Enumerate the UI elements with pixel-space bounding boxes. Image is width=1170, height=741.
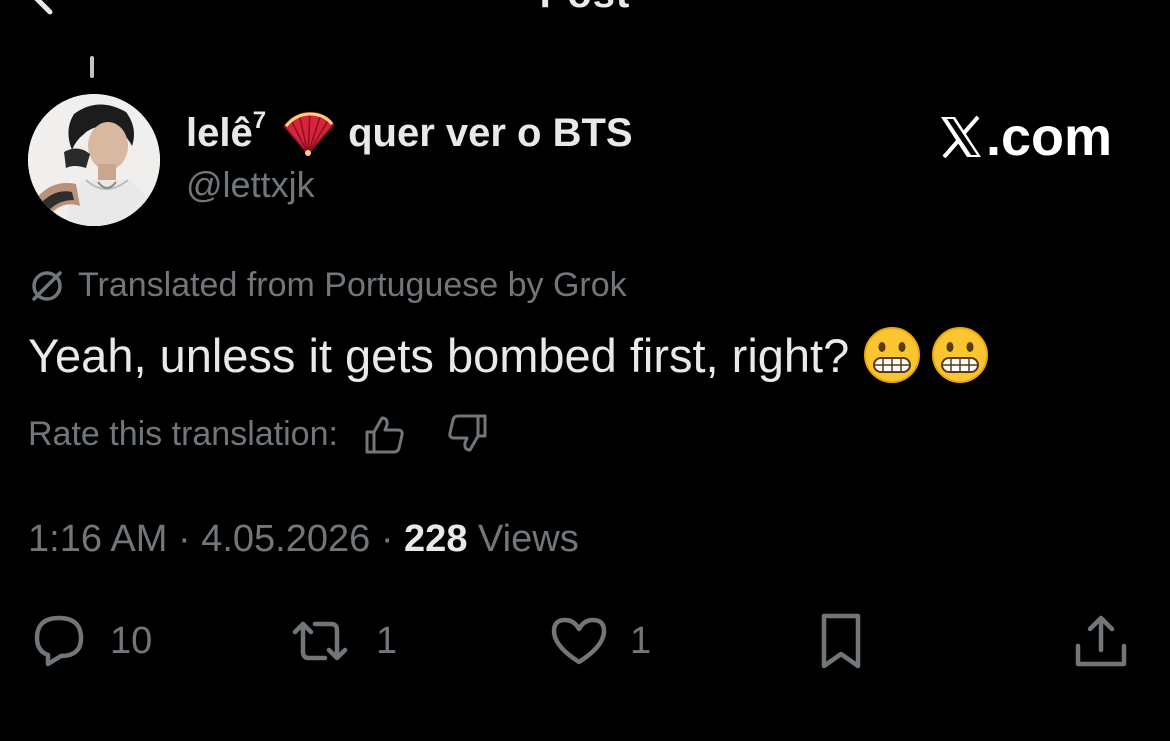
post-time: 1:16 AM <box>28 518 168 560</box>
author-display-name: lelê <box>186 110 253 155</box>
watermark-text: .com <box>985 107 1112 167</box>
reply-count: 10 <box>110 619 153 662</box>
action-bar: 10 1 1 <box>0 610 1170 680</box>
thumbs-down-icon[interactable] <box>446 412 490 456</box>
thread-connector-line <box>90 56 94 78</box>
thumbs-up-icon[interactable] <box>362 412 406 456</box>
post-text-content: Yeah, unless it gets bombed first, right… <box>28 328 850 382</box>
repost-count: 1 <box>376 619 398 662</box>
meta-separator: · <box>177 518 191 560</box>
translation-notice[interactable]: Translated from Portuguese by Grok <box>28 266 627 305</box>
views-count[interactable]: 228 <box>404 518 467 560</box>
bookmark-button[interactable] <box>810 610 872 672</box>
like-count: 1 <box>630 619 652 662</box>
bookmark-icon <box>821 613 861 669</box>
rate-translation-row: Rate this translation: <box>28 412 490 456</box>
rate-translation-label: Rate this translation: <box>28 414 338 453</box>
post-date: 4.05.2026 <box>201 518 371 560</box>
author-name-suffix: quer ver o BTS <box>348 110 633 155</box>
author-handle[interactable]: @lettxjk <box>186 164 315 206</box>
folding-fan-icon <box>280 108 336 158</box>
heart-icon <box>551 617 607 665</box>
post-text: Yeah, unless it gets bombed first, right… <box>28 326 989 384</box>
x-com-watermark: .com <box>938 106 1112 168</box>
repost-icon <box>292 621 348 661</box>
share-icon <box>1075 615 1127 667</box>
grimacing-face-icon <box>931 326 989 384</box>
like-button[interactable]: 1 <box>548 610 651 672</box>
translation-notice-text: Translated from Portuguese by Grok <box>78 266 627 304</box>
share-button[interactable] <box>1070 610 1132 672</box>
repost-button[interactable]: 1 <box>284 610 397 672</box>
page-title: Post <box>0 0 1170 17</box>
avatar[interactable] <box>28 94 160 226</box>
author-name-row[interactable]: lelê 7 quer ver o BTS <box>186 107 633 158</box>
x-logo-icon <box>940 115 981 159</box>
views-label[interactable]: Views <box>478 518 579 560</box>
reply-icon <box>34 615 84 667</box>
grok-icon <box>32 270 62 301</box>
grimacing-face-icon <box>863 326 921 384</box>
author-name-superscript: 7 <box>252 107 267 134</box>
avatar-photo <box>28 94 160 226</box>
meta-separator: · <box>380 518 394 560</box>
reply-button[interactable]: 10 <box>28 610 152 672</box>
post-meta: 1:16 AM · 4.05.2026 · 228 Views <box>28 518 579 561</box>
